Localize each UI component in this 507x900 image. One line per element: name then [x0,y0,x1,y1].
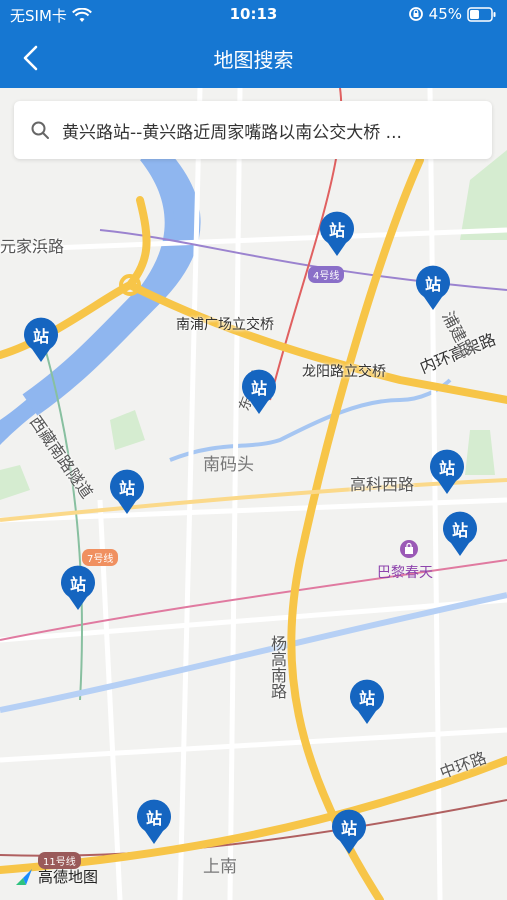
road-label: 高科西路 [350,475,415,494]
road-label: 杨高南路 [268,635,287,699]
area-label: 南码头 [203,455,254,475]
interchange-label: 龙阳路立交桥 [302,364,386,380]
station-pin-label: 站 [69,575,86,594]
station-pin[interactable]: 站 [441,510,479,556]
station-pin[interactable]: 站 [240,368,278,414]
metro-line-badge: 4号线 [308,266,345,283]
top-bar: 无SIM卡 10:13 45% 地图搜索 [0,0,507,88]
status-right: 45% [408,5,497,23]
station-pin[interactable]: 站 [22,316,60,362]
station-pin-label: 站 [451,521,468,540]
station-pin[interactable]: 站 [318,210,356,256]
station-pin[interactable]: 站 [135,798,173,844]
interchange-label: 南浦广场立交桥 [176,317,274,333]
station-pin-label: 站 [424,275,441,294]
station-pin[interactable]: 站 [348,678,386,724]
amap-logo-icon [16,868,32,885]
station-pin[interactable]: 站 [59,564,97,610]
area-label: 上南 [203,857,237,877]
station-pin-label: 站 [340,819,357,838]
station-pin-label: 站 [328,221,345,240]
search-bar[interactable]: 黄兴路站--黄兴路近周家嘴路以南公交大桥 ... [14,101,492,159]
station-pin[interactable]: 站 [330,808,368,854]
station-pin-label: 站 [32,327,49,346]
map-attribution: 高德地图 [14,866,98,887]
rotation-lock-icon [408,7,423,21]
station-pin-label: 站 [438,459,455,478]
station-pin-label: 站 [358,689,375,708]
road-label: 元家浜路 [0,237,65,256]
battery-percent: 45% [428,5,462,23]
search-icon [31,121,49,139]
station-pin[interactable]: 站 [414,264,452,310]
battery-icon [467,6,496,22]
station-pin[interactable]: 站 [428,448,466,494]
station-pin[interactable]: 站 [108,468,146,514]
page-title: 地图搜索 [213,48,294,72]
station-pin-label: 站 [118,479,135,498]
shopping-icon [400,540,418,558]
station-pin-label: 站 [145,809,162,828]
poi-label: 巴黎春天 [377,565,433,581]
time-text: 10:13 [229,5,278,23]
station-pin-label: 站 [250,379,267,398]
attribution-text: 高德地图 [38,868,99,886]
search-query-text: 黄兴路站--黄兴路近周家嘴路以南公交大桥 ... [62,122,402,143]
